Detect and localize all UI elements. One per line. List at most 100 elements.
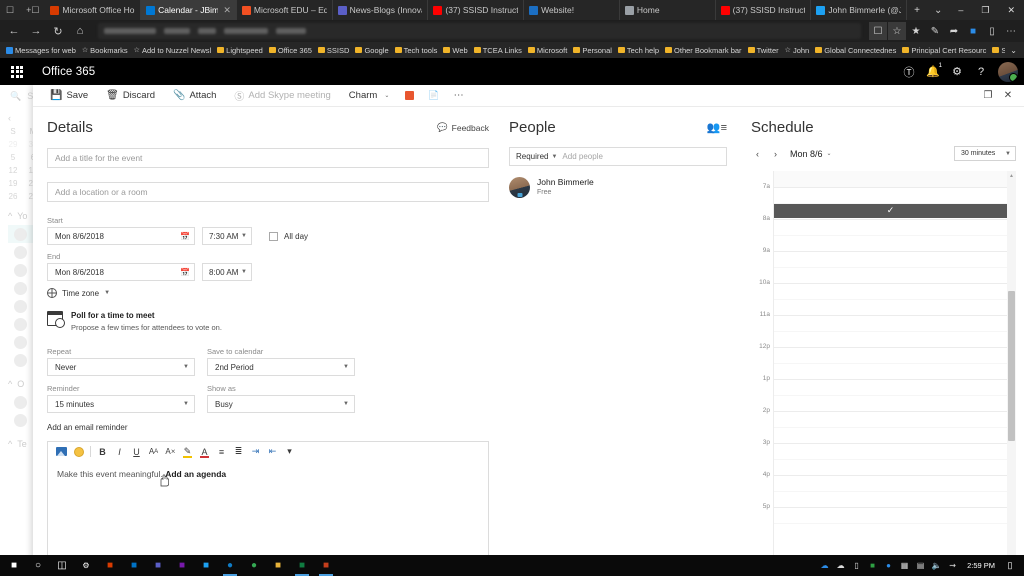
cortana-icon[interactable]: ○ [26, 555, 50, 576]
save-calendar-select[interactable]: 2nd Period ▼ [207, 358, 355, 376]
numbered-list-icon[interactable]: ≣ [230, 442, 247, 461]
bluetooth-icon[interactable]: ⇝ [945, 555, 960, 576]
collections-icon[interactable]: ★ [907, 22, 925, 40]
poll-for-time-section[interactable]: Poll for a time to meet Propose a few ti… [47, 310, 489, 333]
editor-more-icon[interactable]: ▾ [281, 442, 298, 461]
close-panel-button[interactable]: ✕ [998, 85, 1018, 107]
more-icon[interactable]: ⋯ [1002, 22, 1020, 40]
task-view-icon[interactable]: ◫ [50, 555, 74, 576]
more-icon[interactable]: ⋯ [447, 85, 471, 107]
page-icon[interactable]: 📄 [421, 85, 446, 107]
bookmark-item[interactable]: TCEA Links [471, 46, 525, 55]
explorer-icon[interactable]: ■ [266, 555, 290, 576]
browser-tab[interactable]: Microsoft Office Home [45, 0, 142, 20]
command-discard[interactable]: 🗑 Discard [97, 85, 164, 107]
bookmark-item[interactable]: Twitter [745, 46, 782, 55]
onedrive-white-icon[interactable]: ☁ [833, 555, 848, 576]
browser-tab[interactable]: Home [620, 0, 716, 20]
window-minimize-button[interactable]: – [949, 5, 972, 15]
bookmark-item[interactable]: Software [989, 46, 1005, 55]
storage-icon[interactable]: ▦ [897, 555, 912, 576]
insert-emoji-icon[interactable] [70, 442, 87, 461]
clock[interactable]: 2:59 PM [961, 561, 1001, 570]
event-title-input[interactable]: Add a title for the event [47, 148, 489, 168]
bookmark-item[interactable]: SSISD [315, 46, 353, 55]
font-color-icon[interactable]: A [196, 442, 213, 461]
add-email-reminder-link[interactable]: Add an email reminder [47, 423, 489, 432]
end-time-select[interactable]: 8:00 AM ▼ [202, 263, 252, 281]
forward-icon[interactable]: → [26, 22, 46, 40]
bookmark-item[interactable]: Office 365 [266, 46, 315, 55]
volume-icon[interactable]: 🔈 [929, 555, 944, 576]
outlook-icon[interactable]: ■ [122, 555, 146, 576]
bookmark-item[interactable]: Tech tools [392, 46, 441, 55]
tab-list-button[interactable]: ⌄ [927, 5, 949, 16]
settings-icon[interactable]: ⚙ [74, 555, 98, 576]
start-time-select[interactable]: 7:30 AM ▼ [202, 227, 252, 245]
tab-search-icon[interactable]: ☐ [0, 0, 20, 20]
bookmark-item[interactable]: Google [352, 46, 391, 55]
chrome-icon[interactable]: ● [242, 555, 266, 576]
start-date-input[interactable]: Mon 8/6/2018 📅 [47, 227, 195, 245]
scrollbar-thumb[interactable] [1008, 291, 1015, 441]
bookmark-item[interactable]: Principal Cert Resourc [899, 46, 989, 55]
command-attach[interactable]: 📎 Attach [164, 85, 225, 107]
reading-view-icon[interactable]: ☐ [869, 22, 887, 40]
annotate-icon[interactable]: ✎ [926, 22, 944, 40]
expand-panel-button[interactable]: ❐ [978, 85, 998, 107]
excel-icon[interactable]: ■ [290, 555, 314, 576]
show-as-select[interactable]: Busy ▼ [207, 395, 355, 413]
bulleted-list-icon[interactable]: ≡ [213, 442, 230, 461]
browser-tab[interactable]: News-Blogs (Innovative [333, 0, 429, 20]
action-center-icon[interactable]: ▯ [1002, 560, 1018, 571]
indent-decrease-icon[interactable]: ⇤ [264, 442, 281, 461]
start-icon[interactable]: ■ [2, 555, 26, 576]
bookmark-item[interactable]: Web [440, 46, 470, 55]
schedule-date-picker[interactable]: Mon 8/6 ⌄ [790, 149, 832, 159]
notifications-icon[interactable]: 🔔 1 [921, 58, 945, 85]
bookmark-item[interactable]: ☆ Add to Nuzzel Newsl [131, 46, 214, 55]
suite-title[interactable]: Office 365 [34, 66, 95, 78]
address-bar[interactable] [98, 23, 861, 39]
app-launcher-waffle-icon[interactable] [0, 58, 34, 85]
favorite-star-icon[interactable]: ☆ [888, 22, 906, 40]
scroll-up-icon[interactable]: ▲ [1007, 171, 1016, 180]
insert-image-icon[interactable] [53, 442, 70, 461]
screen-icon[interactable]: ▯ [849, 555, 864, 576]
end-date-input[interactable]: Mon 8/6/2018 📅 [47, 263, 195, 281]
highlight-color-icon[interactable]: ✎ [179, 442, 196, 461]
onenote-icon[interactable]: ■ [170, 555, 194, 576]
browser-tab[interactable]: Microsoft EDU – Educat [237, 0, 333, 20]
share-icon[interactable]: ➦ [945, 22, 963, 40]
font-size-icon[interactable]: AA [145, 442, 162, 461]
bold-icon[interactable]: B [94, 442, 111, 461]
indent-increase-icon[interactable]: ⇥ [247, 442, 264, 461]
required-dropdown[interactable]: Required ▼ [516, 152, 557, 161]
office-icon[interactable]: ■ [98, 555, 122, 576]
calendar-icon[interactable]: 📅 [180, 268, 190, 277]
extension-icon[interactable]: ■ [964, 22, 982, 40]
user-avatar[interactable] [998, 61, 1018, 82]
duration-select[interactable]: 30 minutes ▼ [954, 146, 1016, 161]
help-icon[interactable]: ? [969, 58, 993, 85]
powerpoint-icon[interactable]: ■ [314, 555, 338, 576]
clear-format-icon[interactable]: A ⨯ [162, 442, 179, 461]
browser-tab[interactable]: (37) SSISD Instructional [428, 0, 525, 20]
home-icon[interactable]: ⌂ [70, 22, 90, 40]
browser-tab[interactable]: Calendar - JBimmer ✕ [141, 0, 237, 20]
bookmarks-overflow-icon[interactable]: ⌄ [1006, 46, 1021, 55]
bookmark-item[interactable]: ☆ Bookmarks [79, 46, 131, 55]
new-tab-sys-icon[interactable]: +☐ [20, 0, 45, 20]
window-close-button[interactable]: ✕ [998, 5, 1024, 16]
schedule-scrollbar[interactable]: ▲ ▼ [1007, 171, 1016, 576]
browser-tab[interactable]: (37) SSISD Instructional [716, 0, 812, 20]
network-icon[interactable]: ▤ [913, 555, 928, 576]
edge-icon[interactable]: ● [218, 555, 242, 576]
timezone-button[interactable]: Time zone ▼ [47, 288, 489, 298]
bookmark-item[interactable]: Other Bookmark bar [662, 46, 745, 55]
bookmark-item[interactable]: Messages for web [3, 46, 79, 55]
feedback-button[interactable]: 💬 Feedback [437, 122, 489, 133]
skype-icon[interactable]: Ⓣ [897, 58, 921, 85]
selected-time-block[interactable]: ✓ [774, 203, 1007, 218]
italic-icon[interactable]: I [111, 442, 128, 461]
